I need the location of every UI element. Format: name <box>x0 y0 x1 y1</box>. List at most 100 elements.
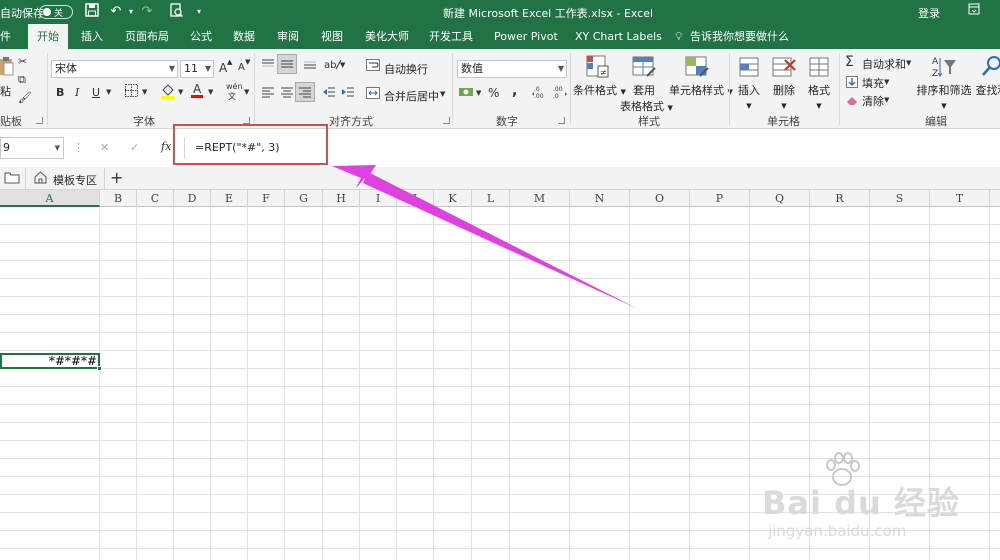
tab-data[interactable]: 数据 <box>233 24 255 49</box>
column-header-f[interactable]: F <box>248 190 285 207</box>
paste-icon[interactable] <box>0 55 14 76</box>
autosum-button[interactable]: 自动求和 <box>862 56 906 72</box>
name-box[interactable]: 9 ▼ <box>0 137 64 159</box>
column-header-t[interactable]: T <box>930 190 990 207</box>
delete-cells-button[interactable]: 删除 ▼ <box>768 54 800 111</box>
grow-font-button[interactable]: A <box>219 61 227 75</box>
column-header-d[interactable]: D <box>174 190 211 207</box>
tab-file[interactable]: 件 <box>0 24 11 49</box>
column-header-e[interactable]: E <box>211 190 248 207</box>
tab-formulas[interactable]: 公式 <box>190 24 212 49</box>
chevron-down-icon[interactable]: ▼ <box>906 59 911 67</box>
chevron-down-icon[interactable]: ▼ <box>178 88 183 96</box>
login-link[interactable]: 登录 <box>918 5 940 21</box>
tab-developer[interactable]: 开发工具 <box>429 24 473 49</box>
clear-eraser-icon[interactable] <box>846 94 858 109</box>
insert-cells-button[interactable]: 插入 ▼ <box>733 54 765 111</box>
percent-style-button[interactable]: % <box>488 86 499 100</box>
insert-function-icon[interactable]: fx <box>161 140 171 153</box>
underline-button[interactable]: U <box>92 86 100 99</box>
fill-handle[interactable] <box>97 366 102 371</box>
chevron-down-icon[interactable]: ▼ <box>106 88 111 96</box>
customize-qat-icon[interactable]: ▾ <box>190 3 208 21</box>
template-tab[interactable]: 模板专区 <box>25 168 105 189</box>
clipboard-launcher-icon[interactable] <box>36 117 43 124</box>
cell-styles-button[interactable]: 单元格样式 ▼ <box>669 54 733 98</box>
chevron-down-icon[interactable]: ▼ <box>244 88 249 96</box>
tab-beautify-master[interactable]: 美化大师 <box>365 24 409 49</box>
format-painter-icon[interactable]: 🖌︎ <box>18 91 32 104</box>
fill-color-icon[interactable] <box>160 83 176 102</box>
chevron-down-icon[interactable]: ▼ <box>440 90 445 98</box>
bold-button[interactable]: B <box>56 86 64 99</box>
tell-me-box[interactable]: 告诉我你想要做什么 <box>690 24 789 49</box>
chevron-down-icon[interactable]: ▼ <box>208 88 213 96</box>
redo-icon[interactable]: ↷ <box>138 3 156 21</box>
chevron-down-icon[interactable]: ▼ <box>142 88 147 96</box>
chevron-down-icon[interactable]: ▼ <box>884 78 889 86</box>
font-name-combo[interactable]: 宋体 ▼ <box>51 60 178 78</box>
cut-icon[interactable]: ✂ <box>18 55 27 68</box>
column-header-a[interactable]: A <box>0 190 100 207</box>
phonetic-guide-icon[interactable]: wén <box>226 82 243 91</box>
tab-page-layout[interactable]: 页面布局 <box>125 24 169 49</box>
autosum-icon[interactable]: Σ <box>845 54 854 70</box>
merge-center-button[interactable]: 合并后居中 <box>384 88 439 104</box>
chevron-down-icon[interactable]: ▼ <box>340 61 345 69</box>
number-launcher-icon[interactable] <box>558 117 565 124</box>
decrease-indent-icon[interactable] <box>322 86 336 101</box>
tab-xy-chart-labels[interactable]: XY Chart Labels <box>575 24 662 49</box>
column-header-q[interactable]: Q <box>750 190 810 207</box>
decrease-decimal-icon[interactable]: .00.0 <box>551 85 569 102</box>
italic-button[interactable]: I <box>75 86 79 99</box>
font-color-icon[interactable]: A <box>190 82 204 102</box>
align-left-icon[interactable] <box>261 86 275 101</box>
clear-button[interactable]: 清除 <box>862 93 884 109</box>
folder-icon[interactable] <box>4 171 20 187</box>
column-header-p[interactable]: P <box>690 190 750 207</box>
enter-icon[interactable]: ✓ <box>130 141 139 154</box>
column-header-g[interactable]: G <box>285 190 323 207</box>
conditional-formatting-button[interactable]: ≠ 条件格式 ▼ <box>573 54 626 98</box>
borders-icon[interactable] <box>125 84 138 100</box>
tab-power-pivot[interactable]: Power Pivot <box>494 24 558 49</box>
comma-style-button[interactable]: , <box>512 83 517 99</box>
tab-home[interactable]: 开始 <box>28 24 68 49</box>
paste-label[interactable]: 粘 <box>0 83 11 99</box>
print-preview-icon[interactable] <box>167 3 185 21</box>
fill-down-icon[interactable] <box>846 76 858 91</box>
format-as-table-button[interactable]: 套用 表格格式 ▼ <box>620 54 673 114</box>
autosave-toggle[interactable]: 关 <box>39 5 73 19</box>
copy-icon[interactable]: ⧉ <box>18 73 26 87</box>
column-header-c[interactable]: C <box>137 190 174 207</box>
align-center-icon[interactable] <box>280 86 294 101</box>
tab-review[interactable]: 审阅 <box>277 24 299 49</box>
align-right-icon[interactable] <box>295 82 315 102</box>
chevron-down-icon[interactable]: ▼ <box>476 89 481 97</box>
wrap-text-button[interactable]: 自动换行 <box>384 61 428 77</box>
font-size-combo[interactable]: 11 ▼ <box>180 60 214 78</box>
ribbon-display-icon[interactable] <box>965 3 983 21</box>
align-top-icon[interactable] <box>261 58 275 73</box>
font-launcher-icon[interactable] <box>243 117 250 124</box>
wrap-text-icon[interactable] <box>366 59 380 74</box>
tab-view[interactable]: 视图 <box>321 24 343 49</box>
find-select-button[interactable]: 查找和 <box>972 54 1000 98</box>
add-tab-icon[interactable]: + <box>110 168 123 187</box>
merge-center-icon[interactable] <box>366 87 380 102</box>
increase-decimal-icon[interactable]: .0.00 <box>532 85 550 102</box>
number-format-combo[interactable]: 数值 ▼ <box>457 60 567 78</box>
formula-options-icon[interactable]: ⋮ <box>73 141 84 154</box>
save-icon[interactable] <box>83 3 101 21</box>
cancel-icon[interactable]: ✕ <box>100 141 109 154</box>
sort-filter-button[interactable]: AZ 排序和筛选 ▼ <box>916 54 972 111</box>
shrink-font-button[interactable]: A <box>238 62 245 73</box>
column-header-b[interactable]: B <box>100 190 137 207</box>
align-bottom-icon[interactable] <box>303 58 317 73</box>
format-cells-button[interactable]: 格式 ▼ <box>803 54 835 111</box>
column-header-s[interactable]: S <box>870 190 930 207</box>
align-middle-icon[interactable] <box>277 54 297 74</box>
chevron-down-icon[interactable]: ▼ <box>884 96 889 104</box>
fill-button[interactable]: 填充 <box>862 75 884 91</box>
accounting-format-icon[interactable] <box>458 86 476 101</box>
